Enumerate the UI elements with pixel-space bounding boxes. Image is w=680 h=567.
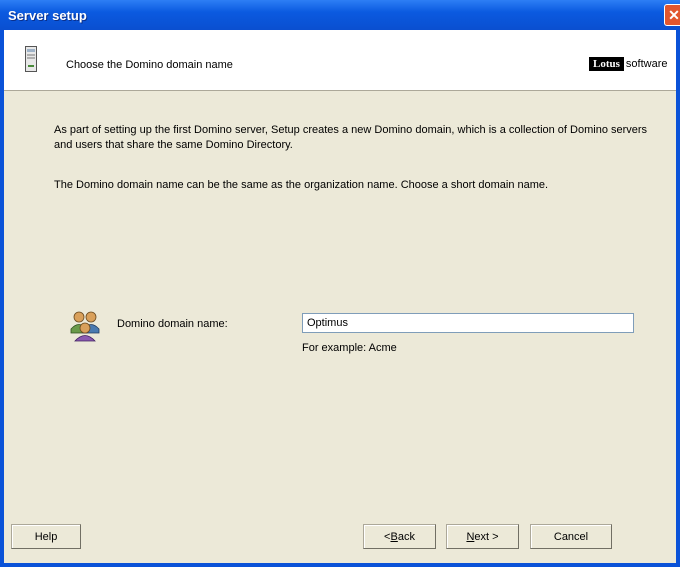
wizard-header: Choose the Domino domain name Lotus soft… bbox=[4, 30, 676, 91]
next-button[interactable]: Next > bbox=[446, 524, 519, 549]
help-button-label: Help bbox=[34, 530, 58, 543]
domain-hint-paragraph: The Domino domain name can be the same a… bbox=[54, 179, 549, 191]
title-bar[interactable]: Server setup ✕ bbox=[0, 0, 680, 30]
next-button-accelerator: N bbox=[466, 530, 475, 543]
server-icon bbox=[25, 46, 37, 72]
cancel-button-label: Cancel bbox=[553, 530, 589, 543]
back-button-label: ack bbox=[397, 530, 415, 543]
cancel-button[interactable]: Cancel bbox=[530, 524, 612, 549]
intro-paragraph: As part of setting up the first Domino s… bbox=[54, 124, 648, 151]
help-button[interactable]: Help bbox=[11, 524, 81, 549]
window-title: Server setup bbox=[8, 8, 87, 23]
lotus-logo-brand: Lotus bbox=[589, 57, 624, 71]
domain-name-label: Domino domain name: bbox=[117, 318, 228, 330]
back-button[interactable]: < Back bbox=[363, 524, 436, 549]
close-icon[interactable]: ✕ bbox=[664, 4, 680, 26]
dialog-client-area: Choose the Domino domain name Lotus soft… bbox=[4, 30, 676, 563]
domain-name-input[interactable] bbox=[302, 313, 634, 333]
page-title: Choose the Domino domain name bbox=[66, 59, 233, 71]
example-hint: For example: Acme bbox=[302, 342, 397, 354]
back-button-accelerator: B bbox=[390, 530, 398, 543]
next-button-label: ext > bbox=[474, 530, 499, 543]
lotus-software-logo: Lotus software bbox=[589, 56, 667, 72]
server-setup-window: Server setup ✕ Choose the Domino domain … bbox=[0, 0, 680, 567]
window-frame-bottom bbox=[0, 563, 680, 567]
group-users-icon bbox=[70, 311, 100, 342]
lotus-logo-suffix: software bbox=[625, 58, 668, 70]
window-frame-right bbox=[676, 30, 680, 567]
